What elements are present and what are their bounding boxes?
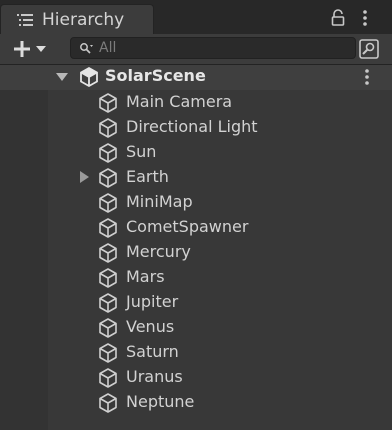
hierarchy-item[interactable]: Directional Light [0, 115, 392, 140]
scene-row[interactable]: SolarScene [0, 65, 392, 90]
hierarchy-item-label: Earth [126, 167, 169, 186]
cube-icon [99, 368, 117, 388]
chevron-down-icon[interactable] [56, 71, 68, 83]
plus-dropdown-icon[interactable] [10, 38, 54, 60]
hierarchy-item-label: Jupiter [126, 292, 179, 311]
cube-icon [99, 343, 117, 363]
hierarchy-item[interactable]: Mercury [0, 240, 392, 265]
hierarchy-item[interactable]: MiniMap [0, 190, 392, 215]
search-input[interactable] [99, 38, 349, 58]
hierarchy-item[interactable]: Neptune [0, 390, 392, 415]
hierarchy-item-label: MiniMap [126, 192, 193, 211]
hierarchy-item[interactable]: Earth [0, 165, 392, 190]
hierarchy-item[interactable]: Jupiter [0, 290, 392, 315]
hierarchy-window: Hierarchy All SolarScene Main Camera Dir… [0, 0, 392, 430]
cube-icon [99, 168, 117, 188]
hierarchy-item-label: Sun [126, 142, 157, 161]
search-icon [80, 43, 93, 54]
hierarchy-item-label: Mercury [126, 242, 191, 261]
kebab-menu-icon[interactable] [360, 67, 374, 87]
cube-icon [99, 118, 117, 138]
hierarchy-item[interactable]: Mars [0, 265, 392, 290]
toolbar [0, 34, 392, 65]
tab-title: Hierarchy [42, 10, 125, 30]
tab-hierarchy[interactable]: Hierarchy [0, 4, 154, 34]
cube-icon [99, 143, 117, 163]
cube-icon [99, 318, 117, 338]
cube-icon [99, 268, 117, 288]
cube-icon [99, 93, 117, 113]
hierarchy-item[interactable]: Uranus [0, 365, 392, 390]
kebab-menu-icon[interactable] [355, 8, 375, 28]
chevron-right-icon[interactable] [78, 171, 90, 183]
hierarchy-item-label: Directional Light [126, 117, 258, 136]
hierarchy-item[interactable]: Sun [0, 140, 392, 165]
search-field[interactable] [70, 37, 356, 59]
hierarchy-item[interactable]: CometSpawner [0, 215, 392, 240]
unity-scene-icon [80, 66, 98, 88]
lock-icon[interactable] [328, 8, 348, 28]
hierarchy-item-label: Mars [126, 267, 165, 286]
hierarchy-item-label: Neptune [126, 392, 195, 411]
tab-bar: Hierarchy [0, 0, 392, 34]
cube-icon [99, 218, 117, 238]
hierarchy-item[interactable]: Venus [0, 315, 392, 340]
scene-search-icon[interactable] [358, 38, 380, 60]
hierarchy-item-label: Saturn [126, 342, 179, 361]
scene-name: SolarScene [105, 66, 206, 85]
cube-icon [99, 193, 117, 213]
cube-icon [99, 243, 117, 263]
list-icon [17, 14, 33, 26]
hierarchy-item-label: Main Camera [126, 92, 233, 111]
hierarchy-item[interactable]: Saturn [0, 340, 392, 365]
hierarchy-item-label: Uranus [126, 367, 183, 386]
cube-icon [99, 293, 117, 313]
hierarchy-item-label: Venus [126, 317, 175, 336]
hierarchy-item[interactable]: Main Camera [0, 90, 392, 115]
cube-icon [99, 393, 117, 413]
hierarchy-tree: SolarScene Main Camera Directional Light S… [0, 65, 392, 430]
hierarchy-item-label: CometSpawner [126, 217, 249, 236]
